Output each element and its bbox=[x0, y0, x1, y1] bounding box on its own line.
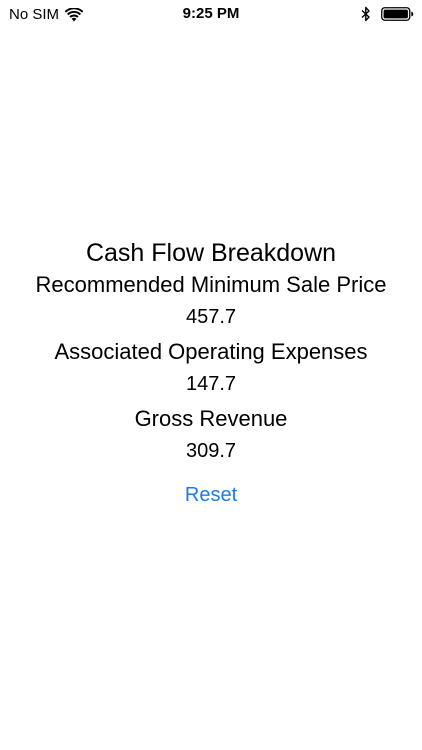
min-sale-price-value: 457.7 bbox=[185, 306, 237, 328]
gross-revenue-label: Gross Revenue bbox=[134, 406, 288, 431]
clock: 9:25 PM bbox=[182, 5, 240, 22]
cash-flow-panel: Cash Flow Breakdown Recommended Minimum … bbox=[0, 236, 422, 509]
bluetooth-icon bbox=[361, 6, 370, 22]
reset-button[interactable]: Reset bbox=[185, 481, 237, 509]
right-status-icons bbox=[361, 5, 414, 23]
operating-expenses-value: 147.7 bbox=[185, 373, 237, 395]
operating-expenses-label: Associated Operating Expenses bbox=[54, 339, 368, 364]
page-title: Cash Flow Breakdown bbox=[85, 239, 337, 267]
battery-icon bbox=[381, 7, 414, 21]
status-bar: No SIM 9:25 PM bbox=[0, 0, 422, 30]
min-sale-price-label: Recommended Minimum Sale Price bbox=[35, 272, 387, 297]
gross-revenue-value: 309.7 bbox=[185, 440, 237, 462]
